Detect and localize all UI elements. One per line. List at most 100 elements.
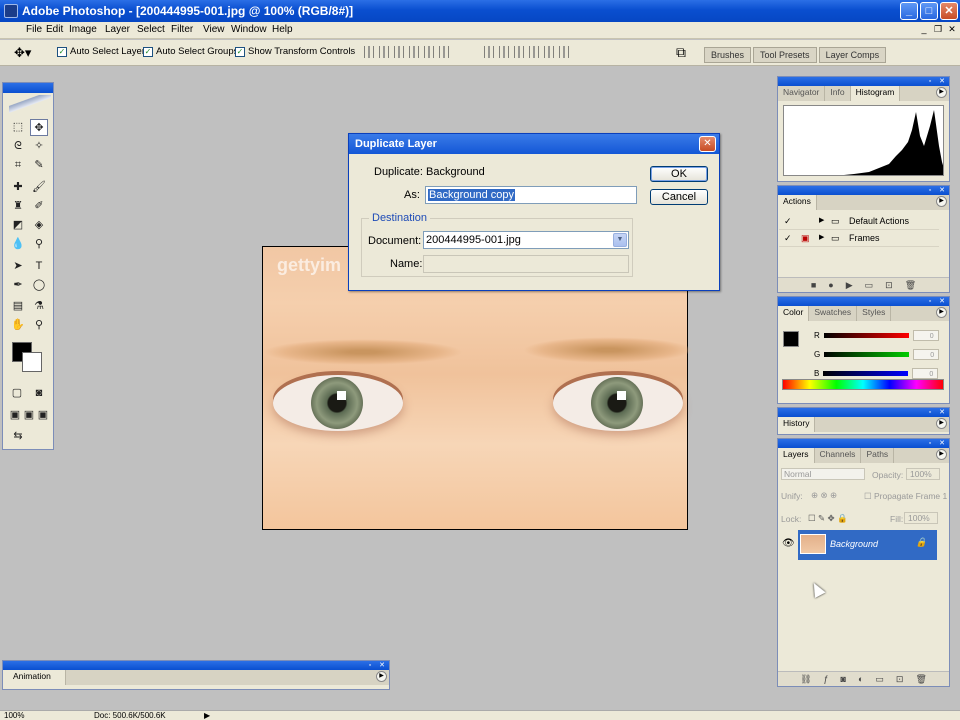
expand-triangle-icon[interactable]: ▶ [819,230,824,246]
distribute-hcenter-icon[interactable] [544,46,554,58]
cancel-button[interactable]: Cancel [650,189,708,205]
tab-info[interactable]: Info [825,86,851,101]
panel-close-icon[interactable]: ✕ [937,186,947,195]
panel-close-icon[interactable]: ✕ [377,661,387,670]
menu-file[interactable]: File [26,24,42,35]
auto-select-groups-checkbox[interactable]: ✓ Auto Select Groups [143,46,238,57]
distribute-left-icon[interactable] [529,46,539,58]
eyedropper-tool-icon[interactable]: ⚗ [30,298,48,315]
trash-icon[interactable]: 🗑 [915,674,926,685]
status-menu-icon[interactable]: ▶ [204,711,210,720]
layer-row-background[interactable]: Background 🔒 [798,530,937,560]
show-transform-controls-checkbox[interactable]: ✓ Show Transform Controls [235,46,355,57]
doc-restore-icon[interactable]: ❐ [932,23,944,36]
menu-window[interactable]: Window [231,24,267,35]
panel-close-icon[interactable]: ✕ [937,439,947,448]
lock-icons[interactable]: ☐ ✎ ✥ 🔒 [808,513,848,524]
menu-edit[interactable]: Edit [46,24,63,35]
minimize-icon[interactable]: _ [900,2,918,20]
doc-close-icon[interactable]: ✕ [946,23,958,36]
quick-mask-icon[interactable]: ◙ [30,385,48,402]
menu-image[interactable]: Image [69,24,97,35]
go-to-bridge-icon[interactable]: ⧉ [676,44,686,61]
menu-select[interactable]: Select [137,24,165,35]
eraser-tool-icon[interactable]: ◩ [9,217,27,234]
align-right-icon[interactable] [439,46,449,58]
stop-icon[interactable]: ■ [811,280,816,290]
layer-mask-icon[interactable]: ◙ [841,674,846,684]
blend-mode-select[interactable]: Normal [781,468,865,480]
distribute-right-icon[interactable] [559,46,569,58]
zoom-tool-icon[interactable]: ⚲ [30,317,48,334]
trash-icon[interactable]: 🗑 [905,280,916,291]
panel-menu-icon[interactable]: ▶ [936,307,947,318]
tab-animation[interactable]: Animation [3,670,66,685]
panel-menu-icon[interactable]: ▶ [376,671,387,682]
well-tab-tool-presets[interactable]: Tool Presets [753,47,817,63]
background-color-swatch[interactable] [22,352,42,372]
menu-help[interactable]: Help [272,24,293,35]
panel-minimize-icon[interactable]: ▫ [925,439,935,448]
align-left-icon[interactable] [409,46,419,58]
action-set-row[interactable]: ✓ ▣ ▶ ▭ Frames [779,230,939,247]
color-spectrum-bar[interactable] [782,379,944,390]
red-slider[interactable] [823,332,909,338]
move-tool-icon[interactable]: ✥ [30,119,48,136]
layer-style-icon[interactable]: ƒ [824,674,829,684]
tab-layers[interactable]: Layers [778,448,815,463]
menu-layer[interactable]: Layer [105,24,130,35]
action-set-row[interactable]: ✓ ▶ ▭ Default Actions [779,213,939,230]
lasso-tool-icon[interactable]: ᘓ [9,138,27,155]
close-icon[interactable]: ✕ [940,2,958,20]
panel-menu-icon[interactable]: ▶ [936,449,947,460]
expand-triangle-icon[interactable]: ▶ [819,213,824,229]
pen-tool-icon[interactable]: ✒ [9,277,27,294]
green-value-field[interactable]: 0 [913,348,940,360]
tab-styles[interactable]: Styles [857,306,892,321]
crop-tool-icon[interactable]: ⌗ [9,157,27,174]
tab-channels[interactable]: Channels [815,448,862,463]
screen-mode-3-icon[interactable]: ▣ [34,407,52,424]
panel-minimize-icon[interactable]: ▫ [925,77,935,86]
dodge-tool-icon[interactable]: ⚲ [30,236,48,253]
record-icon[interactable]: ● [828,280,833,290]
tab-histogram[interactable]: Histogram [850,86,901,101]
slice-tool-icon[interactable]: ✎ [30,157,48,174]
play-icon[interactable]: ▶ [846,280,853,291]
tab-swatches[interactable]: Swatches [809,306,858,321]
propagate-checkbox-icon[interactable]: ☐ [864,491,872,502]
document-select[interactable]: 200444995-001.jpg ▼ [423,231,629,249]
distribute-vcenter-icon[interactable] [499,46,509,58]
menu-filter[interactable]: Filter [171,24,193,35]
move-tool-preset-icon[interactable]: ✥▾ [14,45,31,61]
panel-close-icon[interactable]: ✕ [937,77,947,86]
ellipse-tool-icon[interactable]: ◯ [30,277,48,294]
as-name-input[interactable]: Background copy [425,186,637,204]
panel-close-icon[interactable]: ✕ [937,408,947,417]
menu-view[interactable]: View [203,24,225,35]
doc-minimize-icon[interactable]: _ [918,23,930,36]
panel-menu-icon[interactable]: ▶ [936,87,947,98]
hand-tool-icon[interactable]: ✋ [9,317,27,334]
standard-mode-icon[interactable]: ▢ [8,385,26,402]
maximize-icon[interactable]: □ [920,2,938,20]
well-tab-brushes[interactable]: Brushes [704,47,752,63]
tab-actions[interactable]: Actions [778,195,817,210]
healing-brush-icon[interactable]: ✚ [9,179,27,196]
dialog-toggle-icon[interactable]: ▣ [801,230,810,246]
well-tab-layer-comps[interactable]: Layer Comps [818,47,887,63]
align-top-icon[interactable] [364,46,374,58]
green-slider[interactable] [824,351,910,357]
new-layer-icon[interactable]: ⊡ [896,674,904,685]
opacity-field[interactable]: 100% [906,468,940,480]
panel-minimize-icon[interactable]: ▫ [925,297,935,306]
notes-tool-icon[interactable]: ▤ [9,298,27,315]
distribute-top-icon[interactable] [484,46,494,58]
panel-menu-icon[interactable]: ▶ [936,418,947,429]
blue-value-field[interactable]: 0 [912,367,939,379]
panel-menu-icon[interactable]: ▶ [936,196,947,207]
fg-color-swatch[interactable] [783,331,799,347]
ok-button[interactable]: OK [650,166,708,182]
align-hcenter-icon[interactable] [424,46,434,58]
align-vcenter-icon[interactable] [379,46,389,58]
